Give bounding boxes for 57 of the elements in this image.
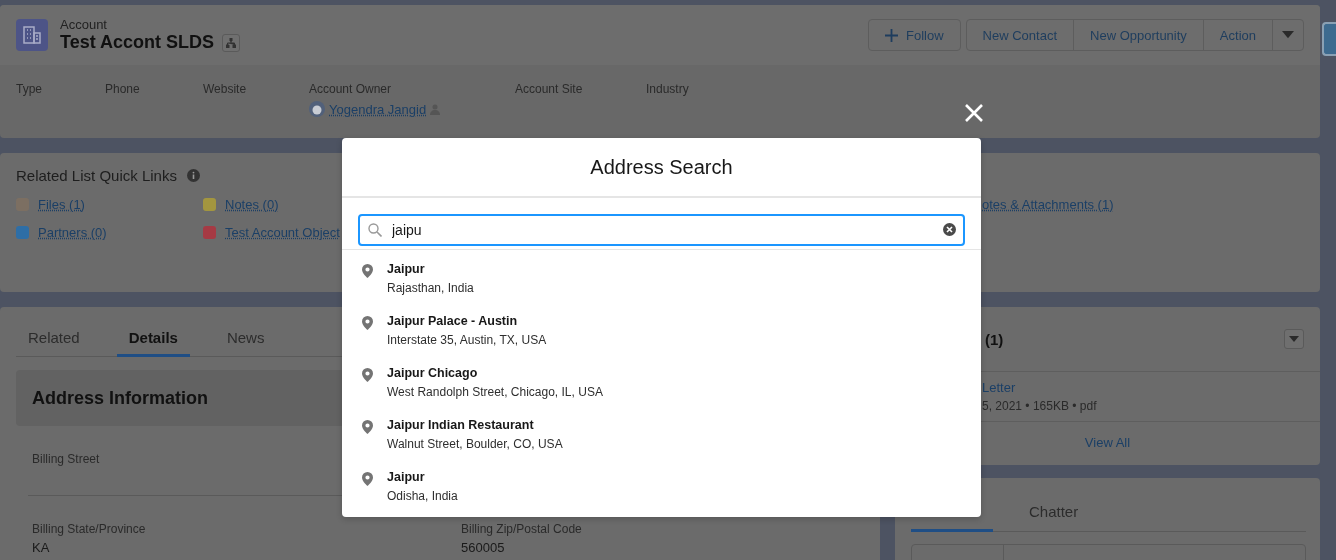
search-icon <box>368 223 382 237</box>
tab[interactable]: Details <box>116 307 190 357</box>
map-pin-icon <box>362 316 373 330</box>
search-field[interactable]: jaipu <box>358 214 965 246</box>
field-label: Phone <box>105 82 141 96</box>
card-menu-button[interactable] <box>1284 329 1304 349</box>
field-label: Billing Street <box>32 452 101 466</box>
quick-link[interactable]: Partners (0) <box>38 225 107 240</box>
quick-link[interactable]: otes & Attachments (1) <box>982 197 1114 212</box>
field-value: KA <box>32 540 51 555</box>
info-icon <box>186 169 200 182</box>
map-pin-icon <box>362 368 373 382</box>
result-item[interactable]: Jaipur Rajasthan, India <box>342 254 981 306</box>
owner-link[interactable]: Yogendra Jangid <box>329 101 427 117</box>
record-title: Test Accont SLDS <box>60 32 215 53</box>
follow-button[interactable]: Follow <box>868 19 961 51</box>
result-item[interactable]: Jaipur Odisha, India <box>342 462 981 514</box>
field-label: Billing State/Province <box>32 522 147 536</box>
caret-down-icon <box>1289 336 1299 342</box>
view-all-link[interactable]: View All <box>1084 435 1131 450</box>
card-title: (1) <box>985 330 1004 348</box>
tab[interactable]: Related <box>16 307 92 357</box>
map-pin-icon <box>362 420 373 434</box>
map-pin-icon <box>362 264 373 278</box>
file-meta: 5, 2021 • 165KB • pdf <box>982 399 1098 413</box>
field-label: Industry <box>646 82 690 96</box>
close-icon <box>965 104 983 122</box>
field-label: Type <box>16 82 43 96</box>
tab[interactable]: News <box>214 307 277 357</box>
map-pin-icon <box>362 472 373 486</box>
tab[interactable]: Chatter <box>1029 478 1079 532</box>
modal-title: Address Search <box>342 138 981 198</box>
quick-link[interactable]: Test Account Object <box>225 225 340 240</box>
hierarchy-button[interactable] <box>222 33 241 52</box>
field-label: Website <box>203 82 248 96</box>
panel-toggle-handle[interactable] <box>1322 22 1336 56</box>
more-actions-button[interactable] <box>1272 19 1304 51</box>
clear-icon <box>943 223 956 236</box>
field-label: Account Site <box>515 82 584 96</box>
action-button[interactable]: Action <box>1202 19 1273 51</box>
action-button[interactable]: New Opportunity <box>1073 19 1204 51</box>
caret-down-icon <box>1282 31 1294 39</box>
plus-icon <box>885 28 899 42</box>
field-label: Billing Zip/Postal Code <box>461 522 583 536</box>
quick-link[interactable]: Notes (0) <box>225 197 279 212</box>
avatar-icon <box>309 101 325 117</box>
result-item[interactable]: Jaipur Palace - Austin Interstate 35, Austin, TX, USA <box>342 306 981 358</box>
file-link[interactable]: Letter <box>982 380 1304 395</box>
action-button[interactable]: New Contact <box>965 19 1075 51</box>
clear-button[interactable] <box>943 223 956 236</box>
field-value: 560005 <box>461 540 506 555</box>
building-icon <box>16 19 48 51</box>
field-label: Account Owner <box>309 82 393 96</box>
quick-link[interactable]: Files (1) <box>38 197 85 212</box>
quick-links-title: Related List Quick Links <box>16 167 177 184</box>
hierarchy-icon <box>226 37 237 48</box>
object-label: Account <box>60 17 108 32</box>
